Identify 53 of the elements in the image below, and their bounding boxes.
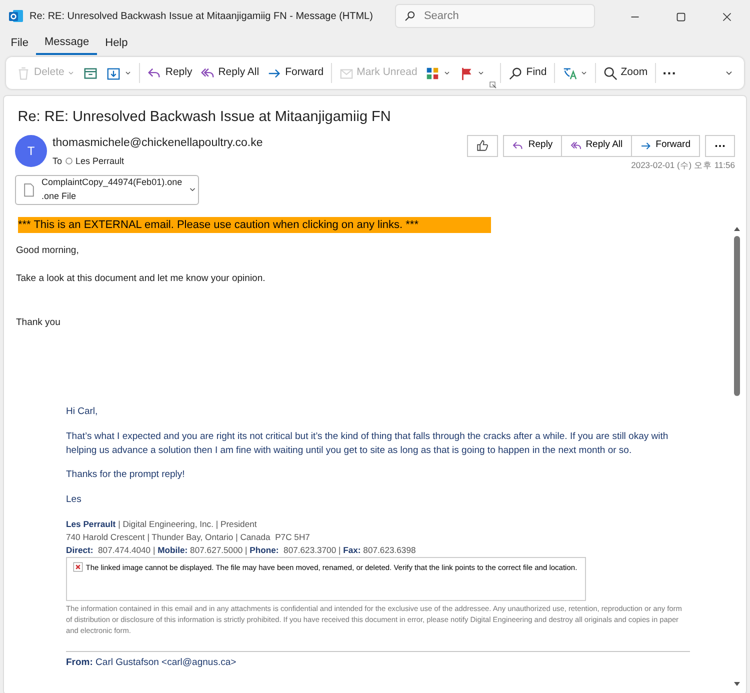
attachment-name: ComplaintCopy_44974(Feb01).one (42, 176, 182, 190)
to-label: To (52, 154, 62, 168)
message-action-button[interactable]: Reply All (562, 134, 632, 156)
translate-icon (562, 66, 577, 81)
message-action-button[interactable]: Reply (503, 134, 562, 156)
reply-icon (512, 140, 524, 152)
ribbon-button[interactable]: Find (504, 63, 551, 84)
maximize-icon (676, 12, 686, 22)
zoom-icon (602, 66, 618, 81)
signature-line: 740 Harold Crescent | Thunder Bay, Ontario | Canada P7C 5H7 (66, 530, 311, 544)
menu-tab[interactable]: File (2, 32, 36, 54)
attachment-type: .one File (42, 190, 78, 203)
ribbon-button[interactable]: Reply (143, 63, 196, 84)
close-icon (722, 12, 732, 22)
dialog-launcher-icon (489, 81, 498, 90)
attachment-card[interactable]: ComplaintCopy_44974(Feb01).one .one File (15, 174, 199, 205)
ribbon-button[interactable]: Zoom (598, 63, 652, 84)
menu-tab[interactable]: Message (36, 32, 98, 54)
file-icon (22, 180, 36, 199)
quoted-paragraph: Hi Carl, (65, 405, 99, 419)
reply-all-icon (570, 140, 582, 152)
more-button[interactable]: ··· (658, 60, 681, 86)
quoted-paragraph: Les (65, 493, 82, 507)
search-icon (508, 66, 524, 81)
broken-image-icon (73, 562, 83, 572)
ribbon-button[interactable]: Forward (263, 63, 328, 84)
body-paragraph: Take a look at this document and let me know your opinion. (16, 272, 266, 286)
trash-icon (16, 66, 31, 81)
body-paragraph: Good morning, (16, 244, 80, 258)
message-action-button[interactable]: Forward (632, 134, 700, 156)
search-icon (404, 10, 416, 22)
presence-icon (64, 157, 73, 166)
sender-avatar: T (15, 134, 47, 166)
search-field[interactable]: Search (394, 4, 595, 28)
thumbs-up-icon (476, 139, 489, 152)
window-title: Re: RE: Unresolved Backwash Issue at Mitaanjigamiig FN - Message (HTML) (30, 10, 373, 24)
like-button[interactable] (466, 134, 498, 156)
signature-line: Direct: 807.474.4040 | Mobile: 807.627.5000 | Phone: 807.623.3700 | Fax: 807.623.6398 (66, 544, 417, 556)
external-warning-banner: *** This is an EXTERNAL email. Please use caution when clicking on any links. *** (18, 216, 491, 234)
quoted-paragraph: That’s what I expected and you are right its not critical but it’s the kind of thing that falls through the cracks after a while. If you are still okay with helping us advance a solution then I am fine with waiting until you get to site as long as that is going to happen in the next month or so. (65, 430, 670, 458)
message-date: 2023-02-01 (수) 오후 11:56 (631, 159, 735, 172)
body-paragraph: Thank you (16, 316, 62, 330)
from-line: From: Carl Gustafson <carl@agnus.ca> (65, 656, 238, 670)
recipient-name[interactable]: Les Perrault (76, 154, 124, 168)
quoted-paragraph: Thanks for the prompt reply! (65, 468, 186, 482)
signature-line: Les Perrault | Digital Engineering, Inc. | President (66, 518, 258, 531)
archive-icon (83, 66, 98, 81)
outlook-logo-icon (8, 8, 24, 24)
ribbon-button[interactable]: Reply All (196, 63, 264, 84)
message-subject: Re: RE: Unresolved Backwash Issue at Mitaanjigamiig FN (18, 108, 392, 128)
sender-address: thomasmichele@chickenellapoultry.co.ke (52, 136, 263, 150)
category-grid-icon (425, 66, 440, 81)
menu-tab[interactable]: Help (97, 32, 136, 54)
